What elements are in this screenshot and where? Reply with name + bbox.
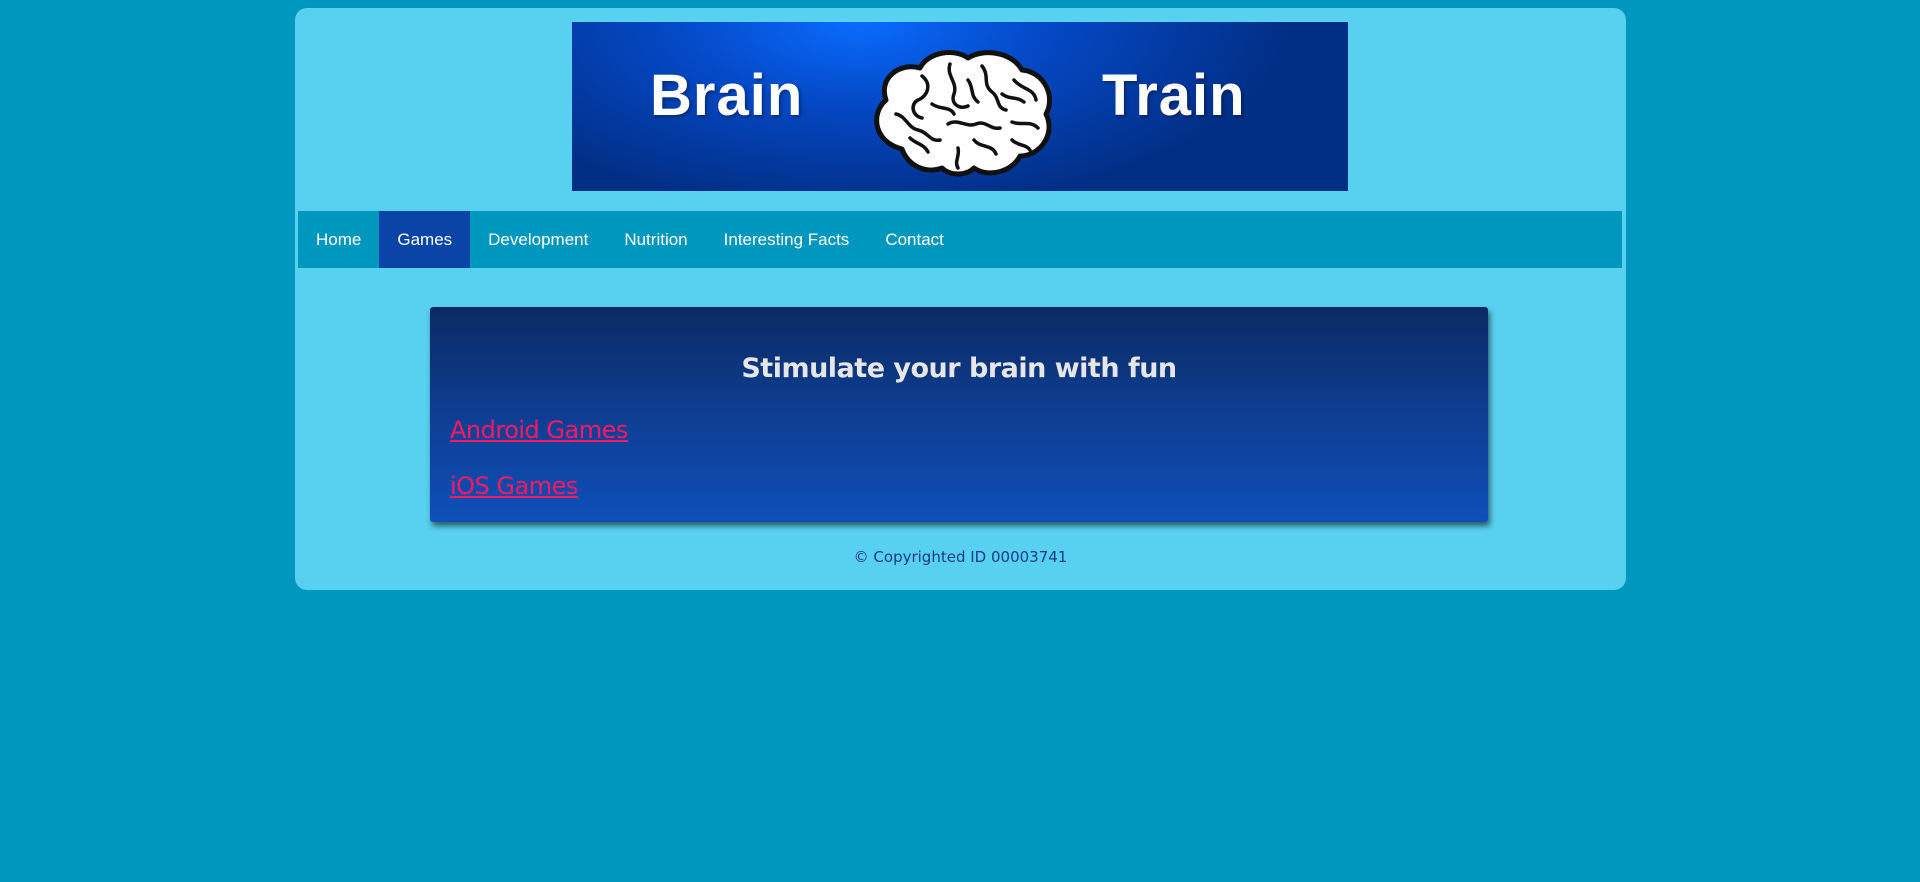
- nav-item-interesting-facts[interactable]: Interesting Facts: [706, 211, 868, 268]
- site-banner: Brain Train: [572, 22, 1348, 191]
- main-nav: Home Games Development Nutrition Interes…: [298, 211, 1622, 268]
- banner-word-train: Train: [1102, 63, 1246, 128]
- nav-item-home[interactable]: Home: [298, 211, 379, 268]
- android-games-link[interactable]: Android Games: [450, 416, 628, 444]
- page-container: Brain Train Home Games Development Nutri…: [295, 8, 1626, 590]
- banner-word-brain: Brain: [650, 63, 804, 128]
- nav-item-games[interactable]: Games: [379, 211, 471, 268]
- copyright-footer: © Copyrighted ID 00003741: [853, 548, 1068, 566]
- ios-games-link[interactable]: iOS Games: [450, 472, 578, 500]
- nav-item-development[interactable]: Development: [470, 211, 606, 268]
- brain-icon: [874, 50, 1053, 177]
- content-panel: Stimulate your brain with fun Android Ga…: [430, 307, 1488, 522]
- nav-item-nutrition[interactable]: Nutrition: [606, 211, 705, 268]
- nav-item-contact[interactable]: Contact: [867, 211, 962, 268]
- page-title: Stimulate your brain with fun: [741, 353, 1177, 384]
